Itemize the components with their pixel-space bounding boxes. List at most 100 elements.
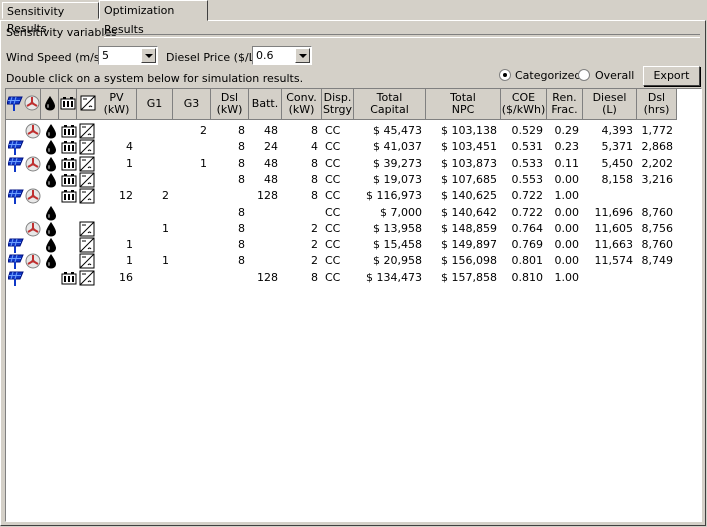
table-row[interactable]: 1 1 8 48 8 CC $ 39,273 $ 103,873 0.533 0.11 5,450 2…	[6, 156, 678, 172]
tab-sensitivity-results[interactable]: Sensitivity Results	[2, 2, 99, 35]
column-header-dsl[interactable]: Dsl (kW)	[211, 89, 249, 120]
table-row[interactable]: 4 8 24 4 CC $ 41,037 $ 103,451 0.531 0.23 5,371 2,…	[6, 139, 678, 156]
double-click-hint: Double click on a system below for simul…	[6, 72, 304, 85]
cell-coe: 0.801	[511, 254, 544, 268]
pv-panel-icon	[6, 95, 23, 114]
cell-conv	[282, 205, 318, 221]
table-row[interactable]: 8 48 8 CC $ 19,073 $ 107,685 0.553 0.00 8,158 3,2…	[6, 172, 678, 188]
header-battery-icon[interactable]	[59, 89, 77, 120]
tab-optimization-results[interactable]: Optimization Results	[99, 0, 208, 36]
column-header-batt[interactable]: Batt.	[249, 89, 282, 120]
wind-turbine-icon	[25, 221, 41, 237]
header-diesel-generator-icon[interactable]	[41, 89, 59, 120]
table-row[interactable]: 12 2 128 8 CC $ 116,973 $ 140,625 0.722 1.00	[6, 188, 678, 205]
cell-pv: 1	[126, 238, 133, 252]
cell-ren: 0.00	[554, 172, 580, 186]
column-header-coe[interactable]: COE ($/kWh)	[501, 89, 547, 120]
cell-ren: 0.11	[554, 156, 580, 170]
cell-conv: 8	[311, 172, 318, 186]
cell-ren: 0.00	[554, 254, 580, 268]
header-converter-icon[interactable]	[77, 89, 99, 120]
column-header-ren[interactable]: Ren. Frac.	[547, 89, 583, 120]
results-table[interactable]: PV (kW) G1 G3 Dsl (kW) Batt. Conv. (kW) Disp. Strg…	[5, 88, 702, 522]
cell-dsl: 8	[238, 238, 245, 252]
cell-disp: CC	[325, 205, 341, 219]
cell-capital: $ 15,458	[373, 238, 422, 252]
cell-conv: 8	[311, 156, 318, 170]
cell-g1	[137, 139, 169, 155]
cell-hrs: 2,202	[641, 156, 674, 170]
cell-g3	[173, 188, 207, 204]
column-header-diesel[interactable]: Diesel (L)	[583, 89, 637, 120]
diesel-generator-icon	[43, 205, 57, 220]
table-row[interactable]: 8 CC $ 7,000 $ 140,642 0.722 0.00 11,696 8,760	[6, 205, 678, 221]
converter-icon	[79, 237, 95, 253]
cell-pv: 1	[126, 156, 133, 170]
categorized-label: Categorized	[515, 69, 582, 82]
header-pv-panel-icon[interactable]	[6, 89, 24, 120]
converter-icon	[79, 253, 95, 269]
diesel-price-select[interactable]: 0.6	[252, 46, 312, 65]
battery-icon	[61, 172, 77, 187]
cell-dsl: 8	[238, 205, 245, 219]
cell-disp: CC	[325, 172, 341, 186]
cell-disp: CC	[325, 221, 341, 235]
cell-conv: 2	[311, 254, 318, 268]
chevron-down-icon[interactable]	[295, 48, 310, 63]
table-row[interactable]: 1 8 2 CC $ 13,958 $ 148,859 0.764 0.00 11,605 8,7…	[6, 221, 678, 237]
chevron-down-icon[interactable]	[141, 48, 156, 63]
converter-icon	[79, 270, 95, 286]
cell-g3	[173, 253, 207, 269]
battery-icon	[61, 139, 77, 154]
cell-ren: 0.00	[554, 238, 580, 252]
cell-pv	[97, 172, 133, 188]
diesel-generator-icon	[43, 139, 57, 155]
battery-icon	[61, 270, 77, 285]
diesel-generator-icon	[43, 156, 57, 172]
table-row[interactable]: 1 8 2 CC $ 15,458 $ 149,897 0.769 0.00 11,663 8,7…	[6, 237, 678, 254]
cell-batt	[249, 237, 278, 253]
cell-diesel: 11,696	[594, 205, 634, 219]
cell-ren: 0.00	[554, 221, 580, 235]
column-header-npc[interactable]: Total NPC	[426, 89, 501, 120]
converter-icon	[79, 172, 95, 188]
diesel-price-label: Diesel Price ($/L)	[166, 51, 260, 64]
cell-g3	[173, 237, 207, 253]
cell-g1	[137, 205, 169, 221]
cell-capital: $ 116,973	[366, 189, 422, 203]
categorized-radio[interactable]	[499, 69, 511, 81]
cell-conv: 8	[311, 270, 318, 284]
column-header-hrs[interactable]: Dsl (hrs)	[637, 89, 677, 120]
cell-g3: 2	[200, 124, 207, 137]
table-row[interactable]: 16 128 8 CC $ 134,473 $ 157,858 0.810 1.00	[6, 270, 678, 286]
cell-npc: $ 103,138	[441, 124, 497, 137]
cell-conv: 8	[311, 189, 318, 203]
column-header-disp[interactable]: Disp. Strgy	[322, 89, 354, 120]
diesel-generator-icon	[42, 95, 58, 114]
overall-radio[interactable]	[578, 69, 590, 81]
cell-pv	[97, 123, 133, 139]
converter-icon	[79, 139, 95, 155]
diesel-generator-icon	[43, 221, 57, 237]
cell-batt: 48	[264, 124, 278, 137]
cell-g1: 2	[162, 189, 169, 203]
table-row[interactable]: 2 8 48 8 CC $ 45,473 $ 103,138 0.529 0.29 4,393 1,…	[6, 123, 678, 139]
cell-capital: $ 134,473	[366, 270, 422, 284]
column-header-conv[interactable]: Conv. (kW)	[282, 89, 322, 120]
cell-diesel: 11,663	[594, 238, 634, 252]
wind-speed-select[interactable]: 5	[98, 46, 158, 65]
header-wind-turbine-icon[interactable]	[23, 89, 41, 120]
export-button[interactable]: Export	[643, 66, 700, 86]
cell-capital: $ 7,000	[380, 205, 422, 219]
cell-g3	[173, 270, 207, 286]
column-header-pv[interactable]: PV (kW)	[97, 89, 137, 120]
table-row[interactable]: 1 1 8 2 CC $ 20,958 $ 156,098 0.801 0.00 11,574 8,…	[6, 253, 678, 270]
column-header-capital[interactable]: Total Capital	[354, 89, 426, 120]
cell-hrs: 8,760	[641, 205, 674, 219]
column-header-g1[interactable]: G1	[137, 89, 173, 120]
column-header-g3[interactable]: G3	[173, 89, 211, 120]
cell-npc: $ 157,858	[441, 270, 497, 284]
cell-g1: 1	[162, 221, 169, 235]
cell-batt: 48	[264, 172, 278, 186]
converter-icon	[80, 95, 96, 114]
